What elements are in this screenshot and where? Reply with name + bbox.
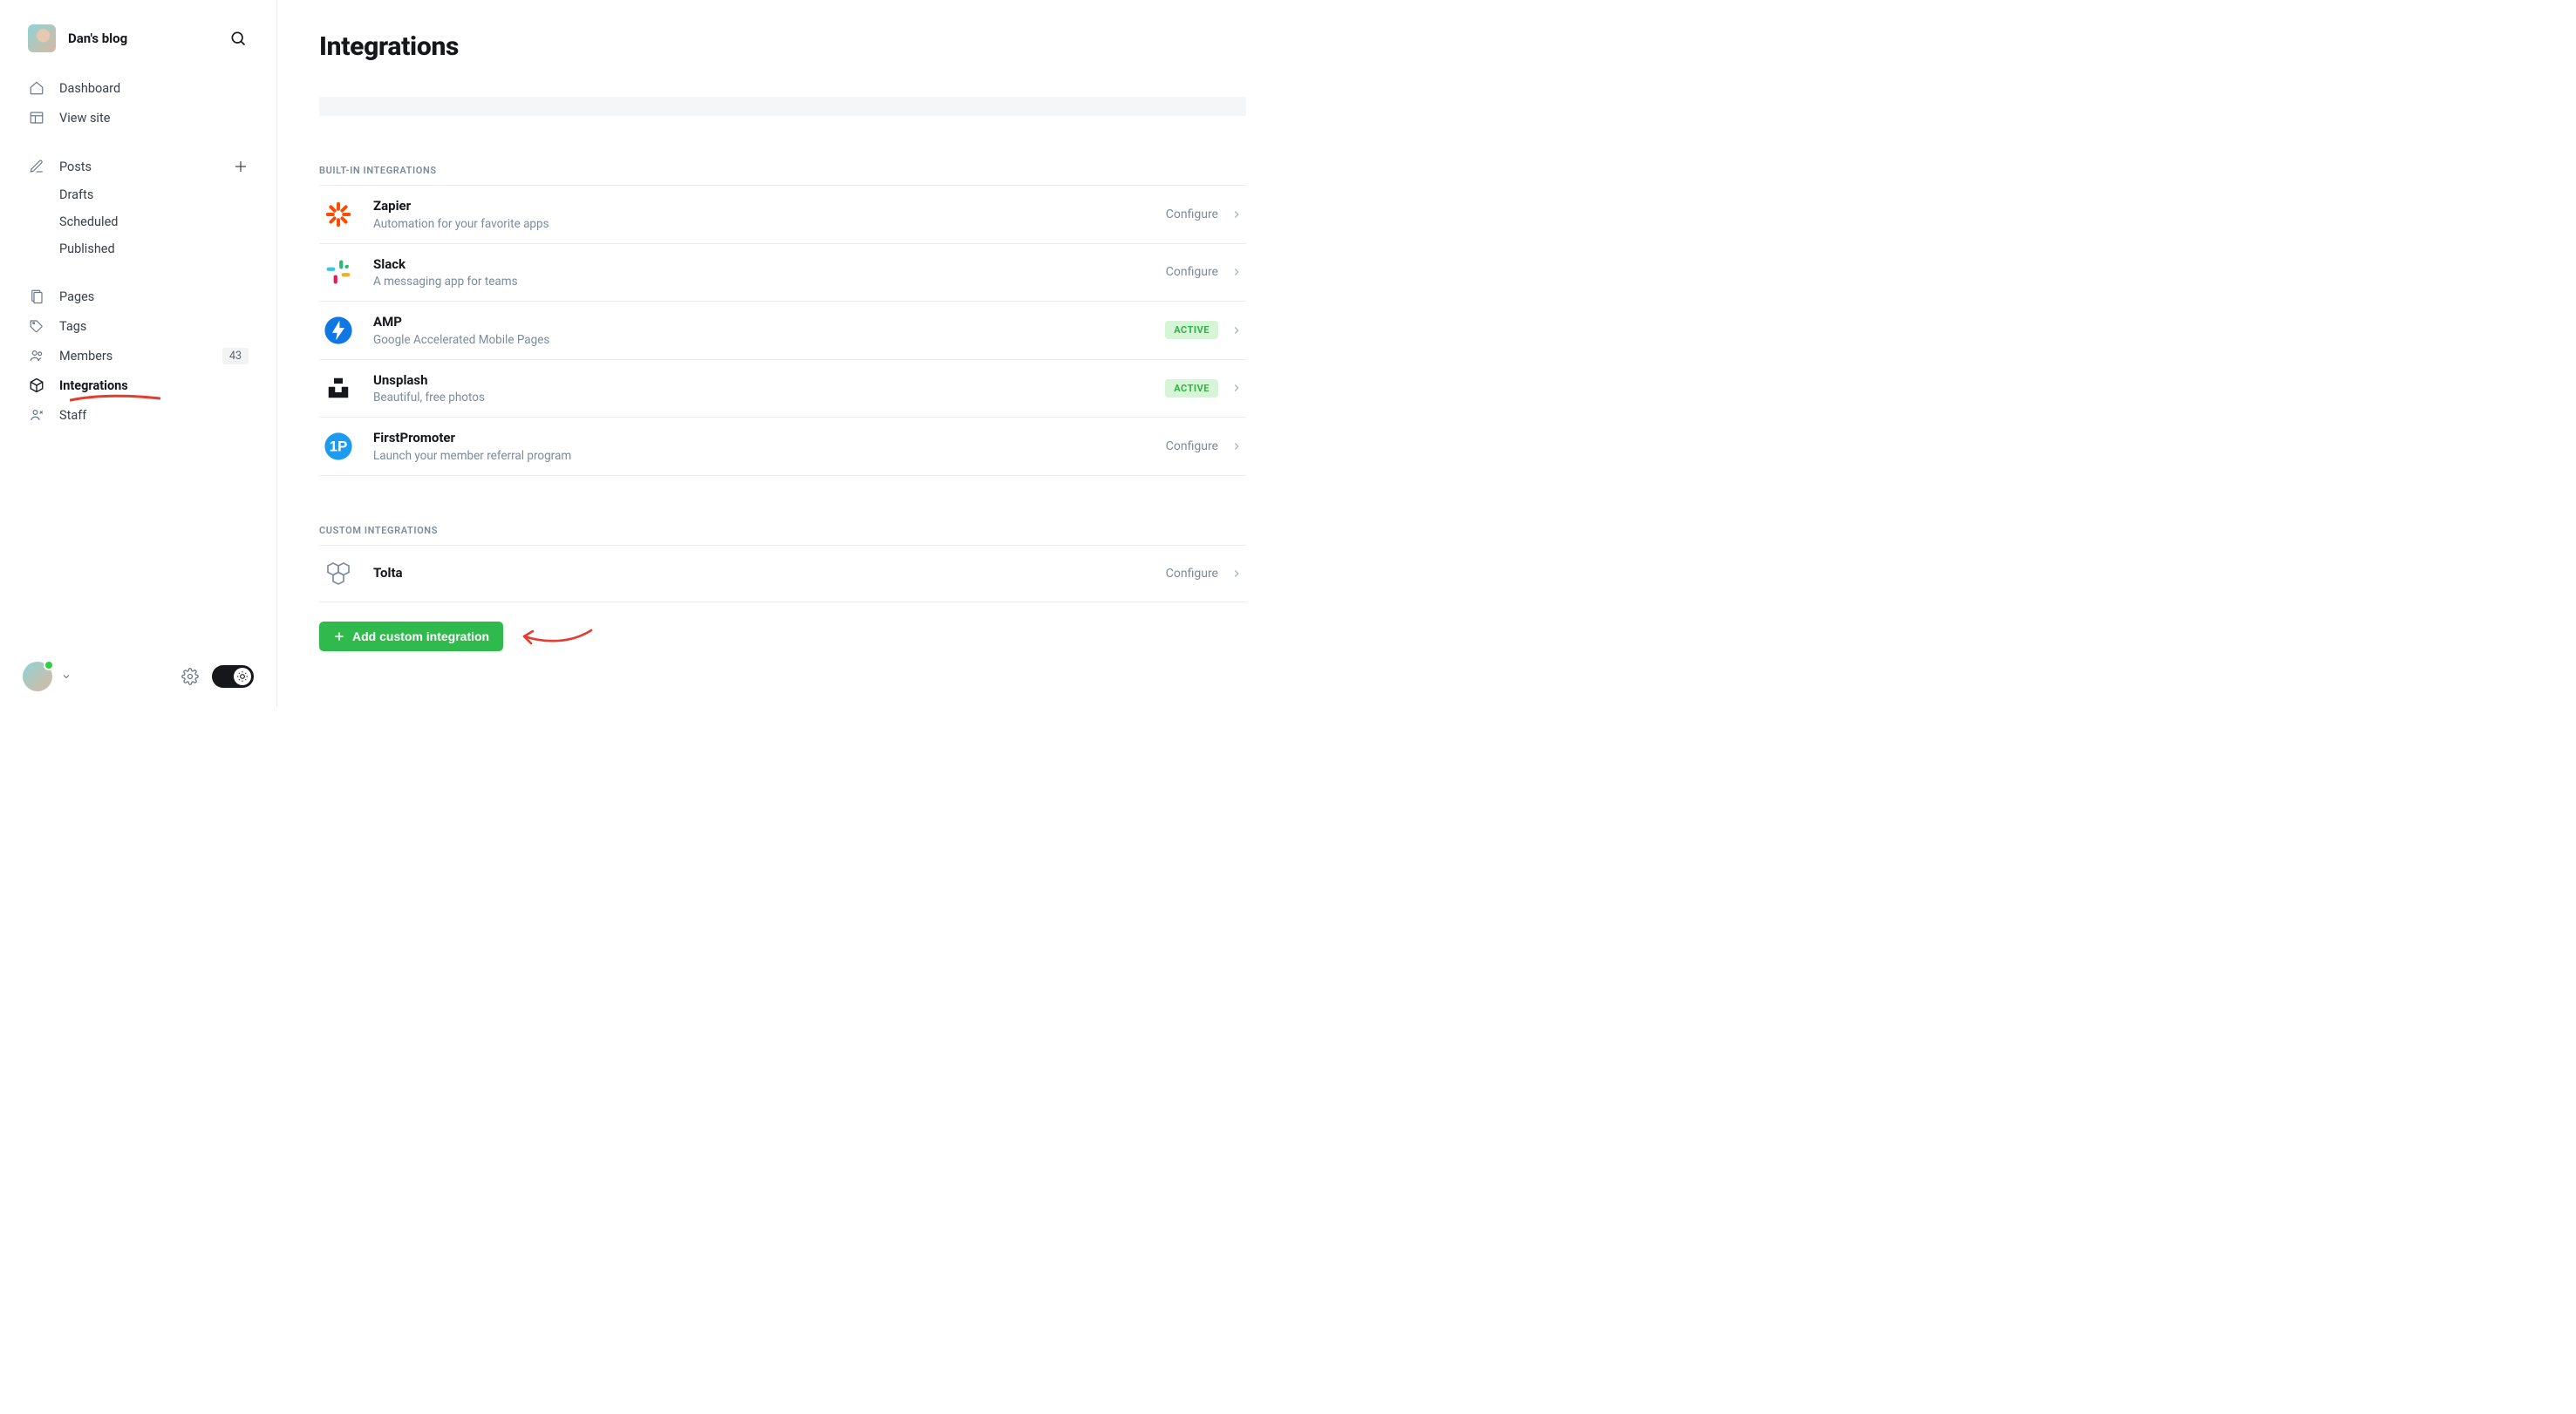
configure-link[interactable]: Configure (1166, 567, 1218, 581)
integration-name: AMP (373, 314, 1165, 331)
nav-label: Posts (59, 160, 92, 174)
sidebar-footer (0, 662, 276, 691)
integration-firstpromoter[interactable]: 1P FirstPromoter Launch your member refe… (319, 418, 1246, 476)
site-title: Dan's blog (68, 31, 127, 46)
chevron-right-icon (1230, 208, 1243, 221)
integration-amp[interactable]: AMP Google Accelerated Mobile Pages ACTI… (319, 302, 1246, 360)
integration-desc: Beautiful, free photos (373, 391, 1165, 404)
nav-label: Pages (59, 289, 94, 304)
nav-label: Tags (59, 319, 86, 334)
custom-integration-icon (323, 558, 354, 589)
site-selector[interactable]: Dan's blog (28, 24, 127, 52)
nav-published[interactable]: Published (14, 235, 262, 262)
edit-icon (28, 158, 45, 175)
integration-name: Tolta (373, 565, 1166, 582)
nav-scheduled[interactable]: Scheduled (14, 208, 262, 235)
integration-name: FirstPromoter (373, 430, 1166, 447)
sun-icon (236, 670, 249, 683)
pages-icon (28, 288, 45, 305)
tag-icon (28, 317, 45, 335)
members-count-badge: 43 (222, 348, 249, 364)
builtin-section-label: Built-in integrations (319, 165, 1246, 176)
main-content: Integrations Built-in integrations Zapie… (277, 0, 1288, 707)
staff-icon (28, 406, 45, 424)
new-post-button[interactable] (233, 159, 249, 174)
nav-label: Scheduled (59, 214, 118, 229)
integration-desc: A messaging app for teams (373, 275, 1166, 289)
chevron-right-icon (1230, 382, 1243, 394)
site-avatar (28, 24, 56, 52)
nav-label: Staff (59, 408, 86, 423)
plus-icon (233, 159, 249, 174)
chevron-right-icon (1230, 266, 1243, 278)
unsplash-icon (323, 372, 354, 404)
custom-integration-list: Tolta Configure (319, 545, 1246, 602)
configure-link[interactable]: Configure (1166, 207, 1218, 221)
nav-label: View site (59, 111, 110, 126)
integration-slack[interactable]: Slack A messaging app for teams Configur… (319, 244, 1246, 303)
integration-name: Slack (373, 256, 1166, 274)
nav-pages[interactable]: Pages (14, 282, 262, 311)
nav-label: Members (59, 349, 112, 364)
chevron-down-icon (61, 671, 72, 682)
chevron-right-icon (1230, 440, 1243, 452)
search-button[interactable] (228, 28, 249, 49)
home-icon (28, 79, 45, 97)
status-dot (44, 660, 54, 670)
nav-label: Integrations (59, 378, 128, 393)
sidebar-header: Dan's blog (0, 24, 276, 73)
status-badge: ACTIVE (1165, 379, 1218, 398)
slack-icon (323, 256, 354, 288)
box-icon (28, 377, 45, 394)
nav-posts[interactable]: Posts (14, 152, 262, 181)
integration-desc: Automation for your favorite apps (373, 217, 1166, 231)
integration-name: Unsplash (373, 372, 1165, 390)
sidebar: Dan's blog Dashboard View site (0, 0, 277, 707)
plus-icon (333, 630, 345, 642)
integration-unsplash[interactable]: Unsplash Beautiful, free photos ACTIVE (319, 360, 1246, 418)
zapier-icon (323, 199, 354, 230)
integration-name: Zapier (373, 198, 1166, 215)
builtin-integration-list: Zapier Automation for your favorite apps… (319, 185, 1246, 476)
nav-integrations[interactable]: Integrations (14, 370, 262, 400)
firstpromoter-icon: 1P (323, 431, 354, 462)
nav-members[interactable]: Members 43 (14, 341, 262, 370)
amp-icon (323, 315, 354, 346)
add-custom-integration-button[interactable]: Add custom integration (319, 622, 503, 651)
filter-bar[interactable] (319, 97, 1246, 116)
nav: Dashboard View site Posts Drafts (0, 73, 276, 449)
configure-link[interactable]: Configure (1166, 265, 1218, 279)
status-badge: ACTIVE (1165, 321, 1218, 339)
integration-zapier[interactable]: Zapier Automation for your favorite apps… (319, 186, 1246, 244)
chevron-right-icon (1230, 568, 1243, 580)
chevron-right-icon (1230, 324, 1243, 337)
add-button-label: Add custom integration (352, 629, 489, 643)
theme-toggle[interactable] (212, 665, 254, 688)
nav-tags[interactable]: Tags (14, 311, 262, 341)
layout-icon (28, 109, 45, 126)
nav-view-site[interactable]: View site (14, 103, 262, 133)
page-title: Integrations (319, 31, 1246, 62)
members-icon (28, 347, 45, 364)
svg-text:1P: 1P (330, 438, 348, 454)
annotation-arrow (517, 623, 596, 649)
nav-drafts[interactable]: Drafts (14, 181, 262, 208)
custom-section-label: Custom integrations (319, 525, 1246, 536)
nav-dashboard[interactable]: Dashboard (14, 73, 262, 103)
settings-button[interactable] (181, 667, 200, 686)
search-icon (229, 30, 247, 47)
integration-desc: Google Accelerated Mobile Pages (373, 333, 1165, 347)
nav-label: Published (59, 241, 115, 256)
user-avatar (23, 662, 52, 691)
integration-tolta[interactable]: Tolta Configure (319, 546, 1246, 602)
integration-desc: Launch your member referral program (373, 449, 1166, 463)
gear-icon (181, 668, 199, 685)
configure-link[interactable]: Configure (1166, 439, 1218, 453)
nav-label: Dashboard (59, 81, 120, 96)
user-menu[interactable] (23, 662, 72, 691)
nav-label: Drafts (59, 187, 93, 202)
nav-staff[interactable]: Staff (14, 400, 262, 430)
